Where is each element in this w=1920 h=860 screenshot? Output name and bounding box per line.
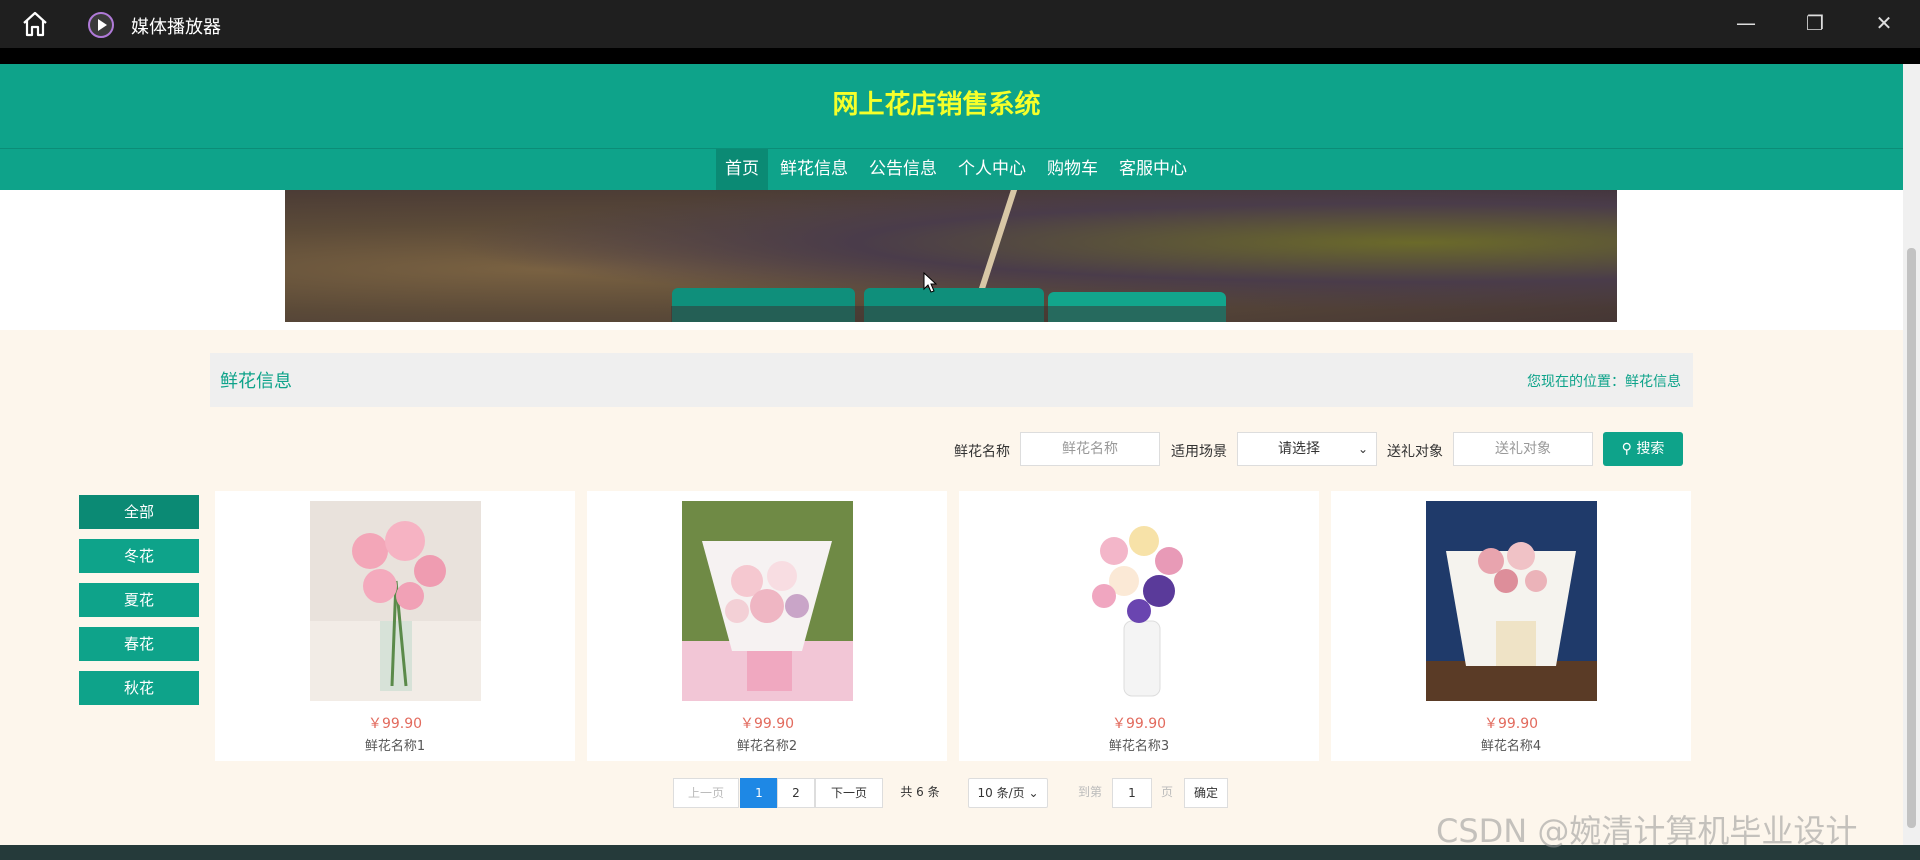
page-scrollbar[interactable] [1903,64,1920,845]
window-titlebar: 媒体播放器 — ❐ ✕ [0,0,1920,48]
product-name[interactable]: 鲜花名称2 [587,735,947,754]
product-name[interactable]: 鲜花名称4 [1331,735,1691,754]
product-name[interactable]: 鲜花名称1 [215,735,575,754]
page-size-select[interactable]: 10 条/页 ⌄ [968,778,1048,808]
goto-label: 到第 [1077,785,1102,799]
nav-list: 首页 鲜花信息 公告信息 个人中心 购物车 客服中心 [716,149,1199,191]
scene-label: 适用场景 [1171,444,1227,460]
search-button-label: 搜索 [1636,441,1665,457]
breadcrumb: 鲜花信息 您现在的位置：鲜花信息 [210,353,1693,407]
category-button[interactable]: 冬花 [79,539,199,573]
flower-name-input[interactable]: 鲜花名称 [1020,432,1160,466]
video-letterbox [0,48,1920,64]
site-header: 网上花店销售系统 [0,64,1903,148]
product-price: ￥99.90 [367,716,423,732]
product-card[interactable]: ￥99.90 鲜花名称4 [1331,491,1691,761]
maximize-button[interactable]: ❐ [1785,0,1845,48]
location-value[interactable]: 鲜花信息 [1625,374,1681,390]
category-button[interactable]: 秋花 [79,671,199,705]
search-button[interactable]: ⚲ 搜索 [1603,432,1683,466]
chevron-down-icon: ⌄ [1028,786,1039,800]
nav-item-4[interactable]: 购物车 [1038,149,1107,191]
webpage: 网上花店销售系统 首页 鲜花信息 公告信息 个人中心 购物车 客服中心 鲜花信息 您现在的… [0,64,1903,845]
category-button[interactable]: 春花 [79,627,199,661]
product-name[interactable]: 鲜花名称3 [959,735,1319,754]
flower-name-label: 鲜花名称 [954,444,1010,460]
scene-select-value: 请选择 [1278,441,1320,457]
page-2-button[interactable]: 2 [777,778,815,808]
chevron-down-icon: ⌄ [1357,442,1368,456]
location-text: 您现在的位置：鲜花信息 [1527,371,1681,391]
gift-target-input[interactable]: 送礼对象 [1453,432,1593,466]
nav-item-1[interactable]: 鲜花信息 [771,149,857,191]
nav-item-2[interactable]: 公告信息 [860,149,946,191]
window-title: 媒体播放器 [131,17,221,38]
product-image[interactable] [1054,501,1225,701]
media-player-icon [88,12,114,38]
pagination: 上一页 1 2 下一页 共 6 条 10 条/页 ⌄ 到第 1 页 确定 [0,778,1903,808]
search-form: 鲜花名称 鲜花名称 适用场景 请选择 ⌄ 送礼对象 送礼对象 ⚲ 搜索 [0,432,1903,466]
nav-item-3[interactable]: 个人中心 [949,149,1035,191]
next-page-button[interactable]: 下一页 [815,778,883,808]
scrollbar-thumb[interactable] [1907,248,1916,828]
scene-select[interactable]: 请选择 ⌄ [1237,432,1377,466]
product-price: ￥99.90 [739,716,795,732]
prev-page-button[interactable]: 上一页 [673,778,739,808]
product-price: ￥99.90 [1483,716,1539,732]
product-image[interactable] [682,501,853,701]
nav-item-0[interactable]: 首页 [716,149,768,191]
product-price: ￥99.90 [1111,716,1167,732]
product-image[interactable] [1426,501,1597,701]
page-1-button[interactable]: 1 [740,778,778,808]
page-size-value: 10 条/页 [977,786,1025,800]
home-icon[interactable] [20,10,50,38]
close-button[interactable]: ✕ [1854,0,1914,48]
gift-target-label: 送礼对象 [1387,444,1443,460]
product-card[interactable]: ￥99.90 鲜花名称2 [587,491,947,761]
section-title: 鲜花信息 [220,371,292,392]
category-button[interactable]: 全部 [79,495,199,529]
watermark: CSDN @婉清计算机毕业设计 [1436,812,1858,850]
banner-area [0,190,1903,330]
goto-confirm-button[interactable]: 确定 [1184,778,1228,808]
product-card[interactable]: ￥99.90 鲜花名称1 [215,491,575,761]
nav-item-5[interactable]: 客服中心 [1110,149,1196,191]
category-list: 全部冬花夏花春花秋花 [79,495,199,715]
site-title: 网上花店销售系统 [832,90,1041,120]
banner-caption-bar [671,306,1226,322]
main-nav: 首页 鲜花信息 公告信息 个人中心 购物车 客服中心 [0,148,1903,191]
product-image[interactable] [310,501,481,701]
page-unit-label: 页 [1160,785,1173,799]
goto-page-input[interactable]: 1 [1112,778,1152,808]
banner-carousel[interactable] [285,190,1617,322]
search-icon: ⚲ [1621,441,1632,457]
minimize-button[interactable]: — [1716,0,1776,48]
category-button[interactable]: 夏花 [79,583,199,617]
product-card[interactable]: ￥99.90 鲜花名称3 [959,491,1319,761]
location-label: 您现在的位置： [1527,374,1625,390]
mouse-cursor-icon [923,272,937,293]
total-count: 共 6 条 [900,785,940,799]
